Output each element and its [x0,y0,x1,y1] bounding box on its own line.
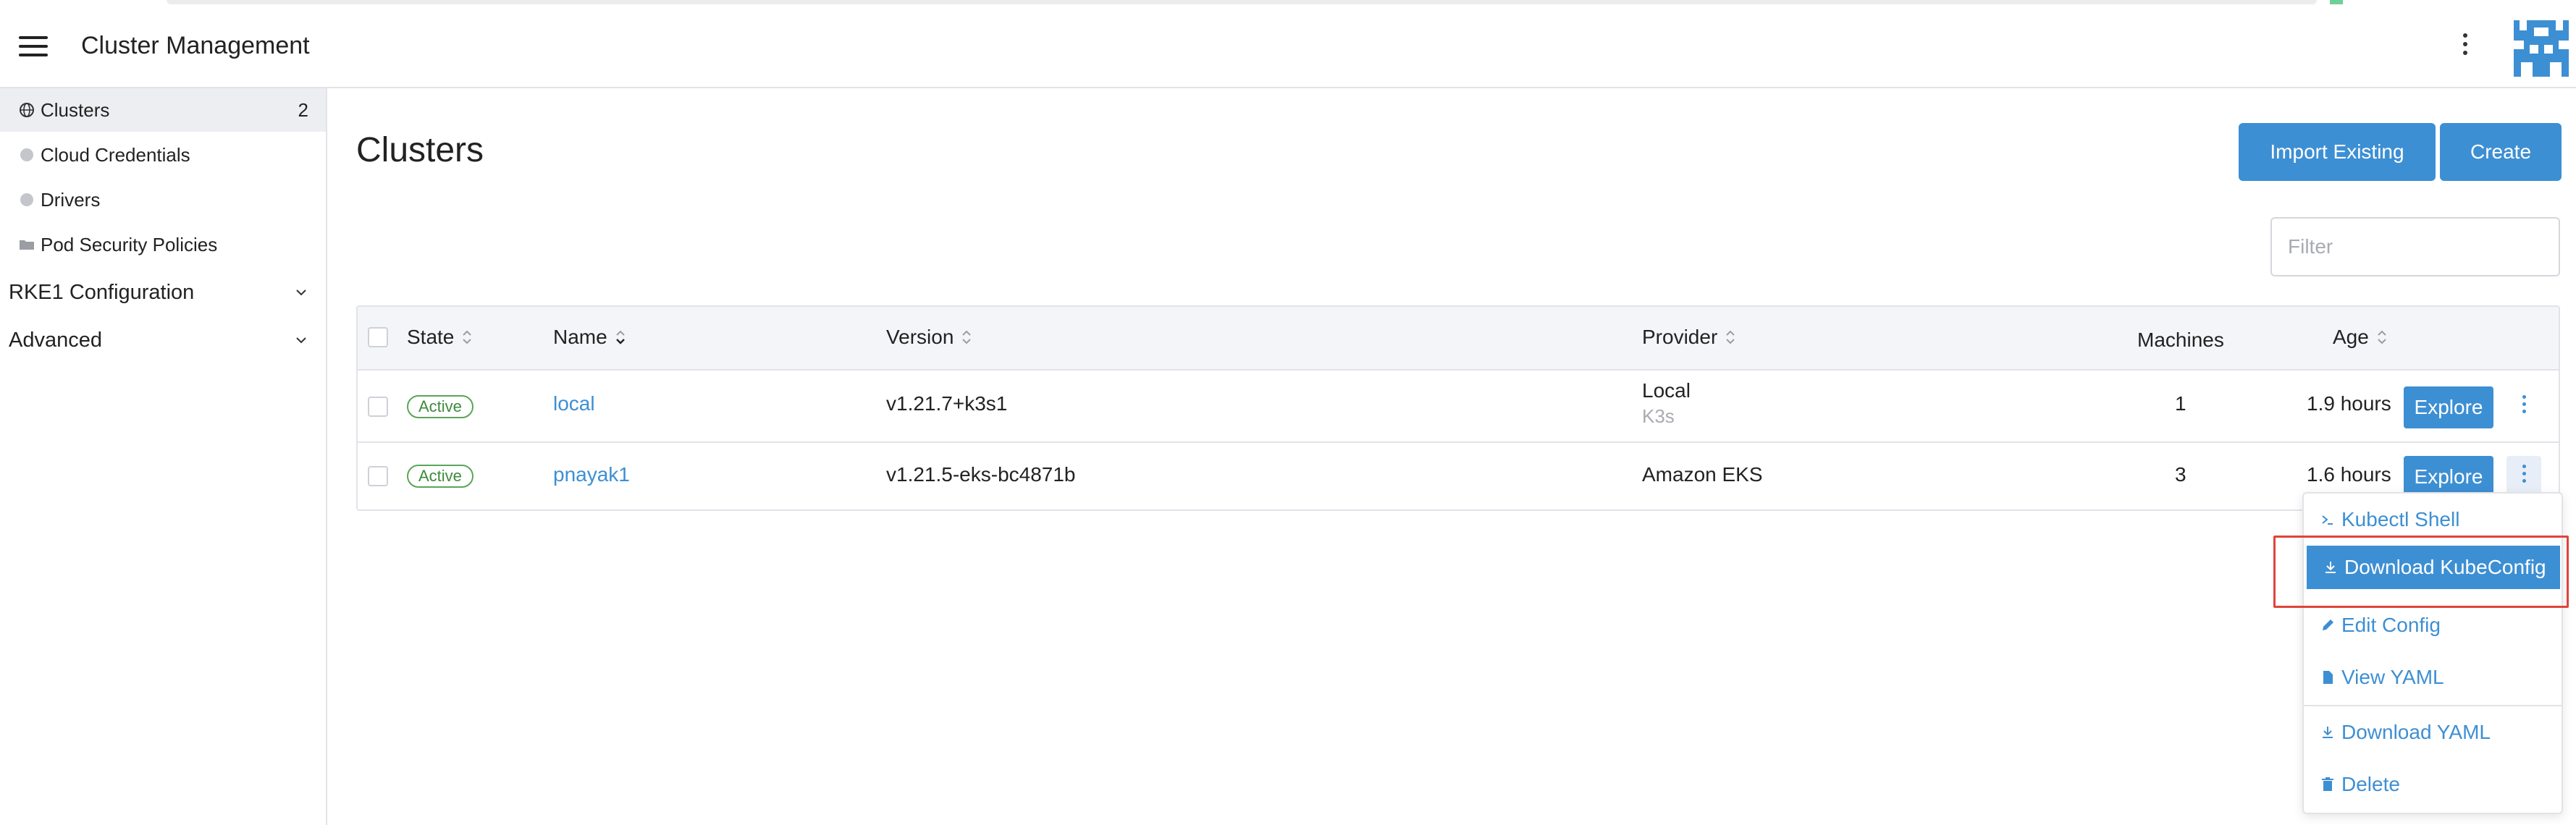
menu-item-label: Download YAML [2341,721,2491,743]
menu-separator [2304,705,2562,706]
menu-item-view-yaml[interactable]: View YAML [2304,656,2562,699]
cluster-age: 1.6 hours [2307,463,2391,486]
sort-icon [962,330,972,344]
menu-item-kubectl-shell[interactable]: Kubectl Shell [2304,498,2562,541]
table-row: Active local v1.21.7+k3s1 Local K3s 1 1.… [358,372,2559,441]
download-icon [2325,562,2336,573]
sidebar-item-label: Drivers [41,188,101,211]
menu-item-download-kubeconfig[interactable]: Download KubeConfig [2307,546,2560,589]
pencil-icon [2323,619,2333,630]
cluster-name-link[interactable]: pnayak1 [553,463,630,486]
column-label: Provider [1642,326,1718,348]
sidebar-item-cloud-credentials[interactable]: Cloud Credentials [0,133,326,177]
row-checkbox[interactable] [368,397,388,417]
sidebar-group-advanced[interactable]: Advanced [0,318,326,362]
column-header-name[interactable]: Name [553,326,626,349]
table-header: State Name Version Provider Machines Age [358,307,2559,371]
status-badge: Active [407,465,473,488]
sidebar-item-label: Cloud Credentials [41,143,190,166]
cluster-machines: 3 [2175,463,2186,486]
hamburger-menu-icon[interactable] [19,36,48,58]
sidebar-item-label: Clusters [41,98,110,121]
column-label: Version [886,326,954,348]
cluster-provider: Amazon EKS [1642,463,1763,486]
sidebar-group-rke1-configuration[interactable]: RKE1 Configuration [0,271,326,314]
cluster-machines: 1 [2175,392,2186,415]
row-checkbox[interactable] [368,466,388,486]
row-actions-icon[interactable] [2506,386,2541,428]
column-label: Name [553,326,607,348]
app-title: Cluster Management [81,32,310,59]
cluster-actions-menu: Kubectl Shell Download KubeConfig Edit C… [2302,492,2563,814]
circle-icon [20,193,33,206]
chevron-down-icon [296,289,306,296]
filter-input[interactable] [2270,217,2560,276]
cluster-provider-detail: K3s [1642,405,1675,427]
create-button[interactable]: Create [2440,123,2562,181]
table-row: Active pnayak1 v1.21.5-eks-bc4871b Amazo… [358,443,2559,512]
page-title: Clusters [356,131,484,169]
menu-item-edit-config[interactable]: Edit Config [2304,604,2562,647]
sort-icon [1726,330,1735,344]
clusters-count: 2 [298,98,308,121]
folder-icon [20,240,34,250]
sort-icon [463,330,472,344]
column-label: Age [2333,326,2369,348]
sort-down-icon [615,330,625,344]
cluster-version: v1.21.5-eks-bc4871b [886,463,1076,486]
cluster-name-link[interactable]: local [553,392,595,415]
sidebar: Clusters 2 Cloud Credentials Drivers Pod… [0,88,327,825]
sidebar-item-label: Pod Security Policies [41,233,218,255]
browser-top-strip [0,0,2576,7]
circle-icon [20,148,33,161]
import-existing-button[interactable]: Import Existing [2239,123,2436,181]
more-options-icon[interactable] [2454,33,2476,62]
sidebar-item-pod-security-policies[interactable]: Pod Security Policies [0,223,326,266]
column-label: Machines [2137,329,2224,351]
sidebar-item-drivers[interactable]: Drivers [0,178,326,221]
cluster-logo-icon[interactable] [2514,20,2569,77]
menu-item-label: Delete [2341,773,2400,795]
globe-icon [20,103,34,117]
column-header-machines: Machines [2137,329,2224,352]
address-bar-edge [167,0,2317,4]
menu-item-delete[interactable]: Delete [2304,763,2562,806]
menu-item-label: View YAML [2341,666,2444,688]
menu-item-label: Download KubeConfig [2344,556,2546,578]
cluster-provider: Local [1642,379,1691,402]
cluster-version: v1.21.7+k3s1 [886,392,1008,415]
sidebar-item-clusters[interactable]: Clusters 2 [0,88,326,132]
menu-item-label: Edit Config [2341,614,2441,636]
download-icon [2323,727,2333,738]
sidebar-group-label: RKE1 Configuration [9,280,195,304]
column-header-age[interactable]: Age [2333,326,2388,349]
app-header: Cluster Management [0,7,2576,88]
menu-item-download-yaml[interactable]: Download YAML [2304,711,2562,754]
select-all-checkbox[interactable] [368,327,388,347]
status-badge: Active [407,395,473,418]
cluster-age: 1.9 hours [2307,392,2391,415]
column-header-state[interactable]: State [407,326,473,349]
trash-icon [2322,777,2333,791]
clusters-table: State Name Version Provider Machines Age… [356,305,2560,511]
file-icon [2323,671,2333,684]
menu-item-label: Kubectl Shell [2341,508,2460,530]
tab-accent [2330,0,2343,4]
column-header-provider[interactable]: Provider [1642,326,1736,349]
sidebar-group-label: Advanced [9,328,102,352]
explore-button[interactable]: Explore [2404,386,2493,428]
column-label: State [407,326,455,348]
sort-icon [2378,330,2386,344]
terminal-icon [2322,515,2333,525]
column-header-version[interactable]: Version [886,326,972,349]
chevron-down-icon [296,337,306,344]
